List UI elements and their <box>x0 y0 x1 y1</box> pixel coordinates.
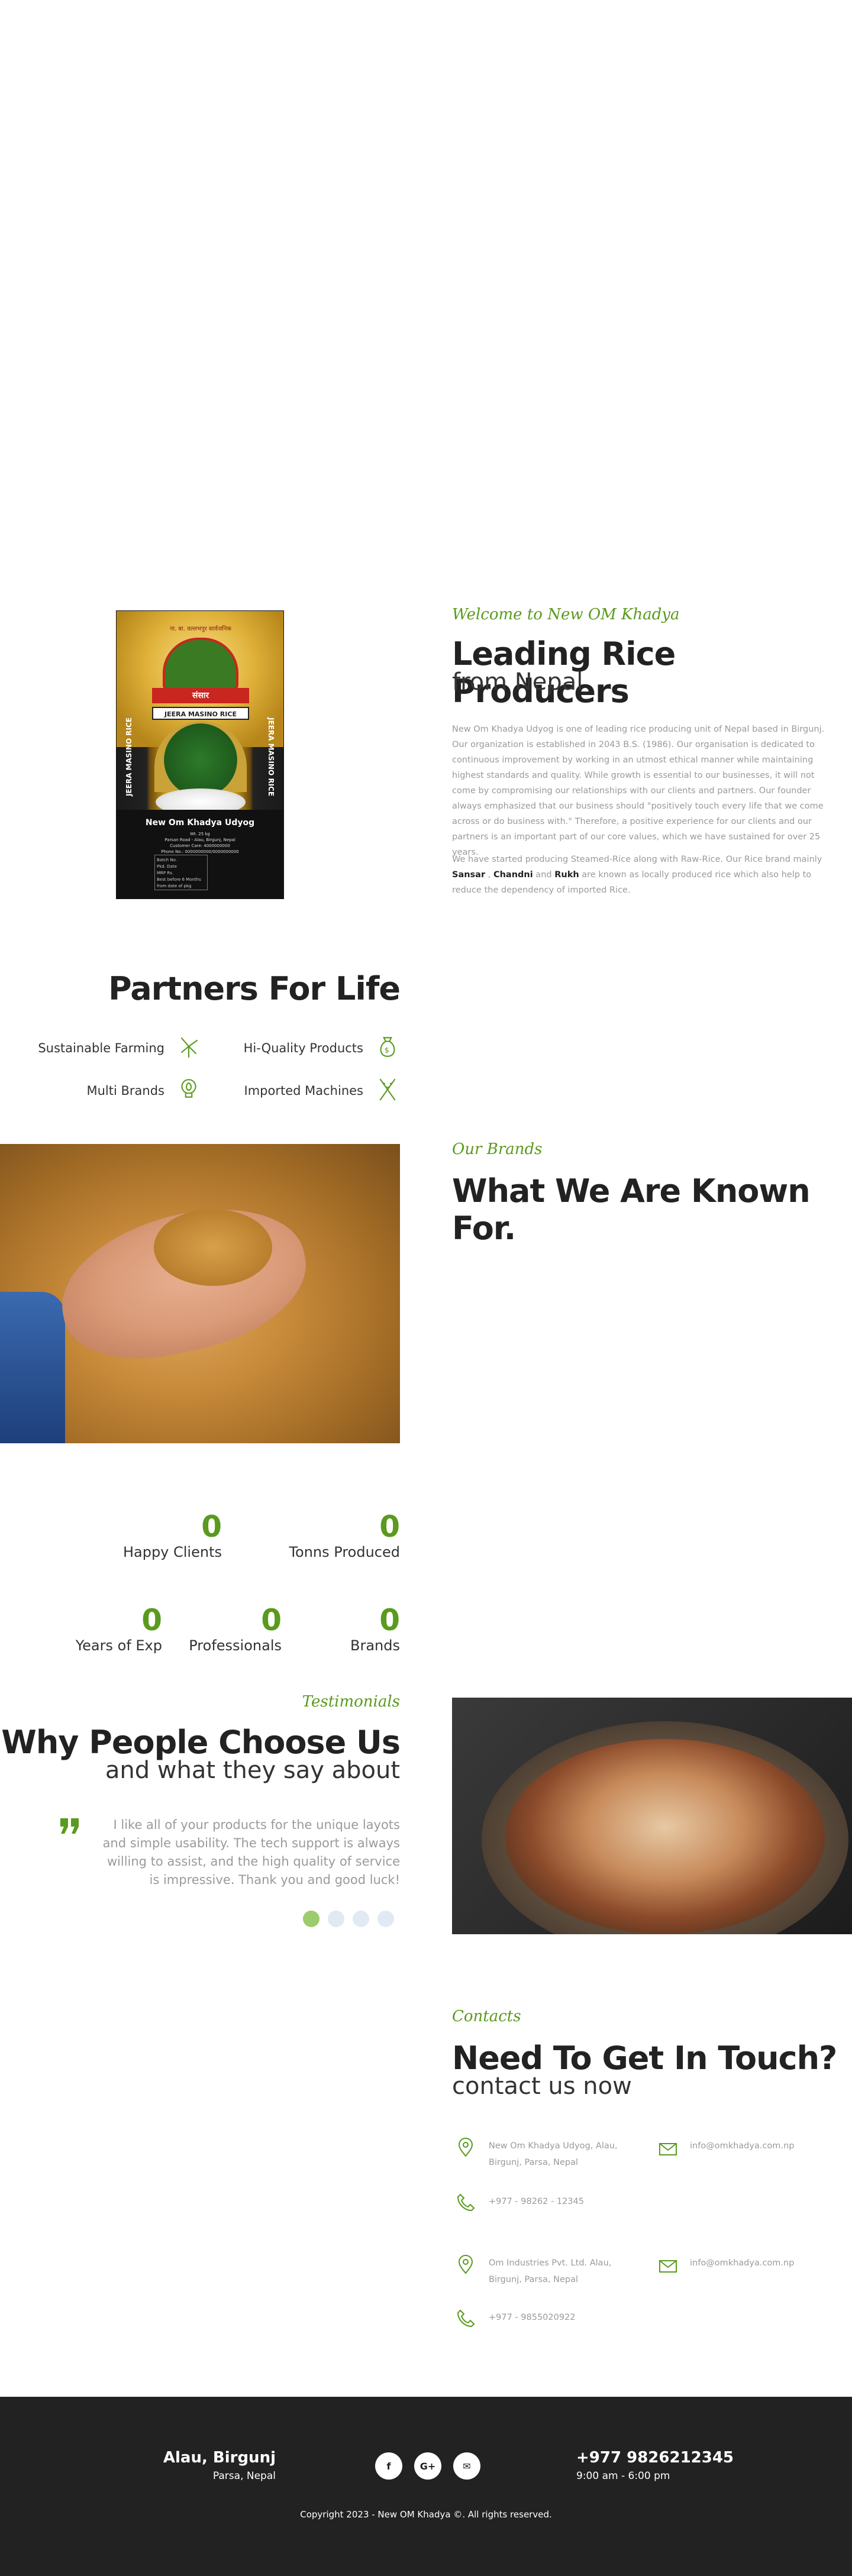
wheat-icon <box>375 1077 400 1104</box>
feature-label: Multi Brands <box>86 1083 165 1098</box>
counter-value: 0 <box>261 1603 282 1637</box>
photo-sleeve <box>0 1292 65 1443</box>
location-pin-icon <box>456 2138 476 2161</box>
counter-professionals: 0 Professionals <box>178 1603 282 1654</box>
about-p2-and: and <box>532 870 555 880</box>
counter-years-of-exp: 0 Years of Exp <box>65 1603 162 1654</box>
google-plus-icon[interactable]: G+ <box>414 2452 441 2480</box>
slide-dot-4[interactable] <box>377 1911 394 1927</box>
footer-city: Alau, Birgunj <box>163 2449 276 2467</box>
about-paragraph-1: New Om Khadya Udyog is one of leading ri… <box>452 725 825 857</box>
counter-label: Brands <box>350 1637 400 1654</box>
counter-value: 0 <box>379 1603 400 1637</box>
bag-brand: New Om Khadya Udyog <box>145 818 255 828</box>
mail-icon <box>658 2256 678 2279</box>
counter-tonns-produced: 0 Tonns Produced <box>278 1510 400 1560</box>
facebook-icon[interactable]: f <box>375 2452 402 2480</box>
footer-copyright: Copyright 2023 - New OM Khadya ©. All ri… <box>300 2509 552 2520</box>
feature-multi-brands: Multi Brands <box>0 1077 201 1104</box>
footer-hours: 9:00 am - 6:00 pm <box>576 2470 670 2482</box>
office1-phone[interactable]: +977 - 98262 - 12345 <box>489 2193 584 2210</box>
contact-subtitle: contact us now <box>452 2073 632 2100</box>
photo-grains <box>154 1209 272 1286</box>
quote-icon <box>59 1817 80 1838</box>
about-p2-sep: , <box>485 870 493 880</box>
office2-phone[interactable]: +977 - 9855020922 <box>489 2309 576 2326</box>
brand-chandni: Chandni <box>493 870 533 880</box>
about-subtitle: from Nepal <box>452 668 583 696</box>
mail-icon <box>658 2139 678 2162</box>
feature-hi-quality-products: Hi-Quality Products $ <box>201 1034 400 1062</box>
photo-wild-rice <box>505 1739 825 1934</box>
svg-text:$: $ <box>385 1046 389 1055</box>
brand-rukh: Rukh <box>554 870 579 880</box>
windmill-icon <box>176 1034 201 1062</box>
testimonial-quote: I like all of your products for the uniq… <box>102 1818 400 1887</box>
testimonials-title: Why People Choose Us <box>1 1724 401 1761</box>
bag-small-print: Wt. 25 kg Parsan Road - Alau, Birgunj, N… <box>140 831 260 855</box>
testimonial-pager <box>303 1911 394 1927</box>
contact-title: Need To Get In Touch? <box>452 2040 837 2077</box>
bag-infobox: Batch No. Pkd. Date MRP Rs. Best before … <box>154 855 208 890</box>
counter-value: 0 <box>201 1510 222 1544</box>
rice-bowl-photo <box>452 1698 852 1934</box>
bag-side-left: JEERA MASINO RICE <box>125 717 133 797</box>
counter-value: 0 <box>379 1510 400 1544</box>
feature-label: Hi-Quality Products <box>243 1040 363 1055</box>
counter-brands: 0 Brands <box>314 1603 400 1654</box>
footer-phone[interactable]: +977 9826212345 <box>576 2449 734 2467</box>
office2-address: Om Industries Pvt. Ltd. Alau, Birgunj, P… <box>489 2258 612 2284</box>
brands-title: What We Are Known For. <box>452 1172 811 1247</box>
bag-info-best: Best before 6 Months from date of pkg <box>157 877 201 888</box>
location-pin-icon <box>456 2255 476 2278</box>
counter-label: Professionals <box>189 1637 282 1654</box>
rice-grain-hand-photo <box>0 1144 400 1443</box>
slide-dot-2[interactable] <box>328 1911 344 1927</box>
testimonials-eyebrow: Testimonials <box>302 1693 400 1711</box>
feature-label: Sustainable Farming <box>38 1040 164 1055</box>
counter-label: Years of Exp <box>75 1637 162 1654</box>
slide-dot-1[interactable] <box>303 1911 320 1927</box>
bag-top-text: ना. बा. वल्लभपुर सार्वजनिक <box>169 626 232 632</box>
about-p2-text-a: We have started producing Steamed-Rice a… <box>452 855 822 864</box>
bag-weight: Wt. 25 kg <box>190 832 210 836</box>
bag-banner: संसार <box>152 688 249 703</box>
bag-info-batch: Batch No. <box>157 858 177 862</box>
footer: Alau, Birgunj Parsa, Nepal f G+ ✉ +977 9… <box>0 2397 852 2576</box>
about-paragraph-2: We have started producing Steamed-Rice a… <box>452 852 831 898</box>
footer-social: f G+ ✉ <box>375 2452 480 2480</box>
bag-label: JEERA MASINO RICE <box>152 707 249 720</box>
bag-customer-care: Customer Care: 4000000000 <box>170 843 230 848</box>
phone-icon <box>456 2192 476 2215</box>
counter-value: 0 <box>141 1603 162 1637</box>
product-image-rice-bag: संसार JEERA MASINO RICE New Om Khadya Ud… <box>116 610 284 899</box>
brand-sansar: Sansar <box>452 870 486 880</box>
office1-address: New Om Khadya Udyog, Alau, Birgunj, Pars… <box>489 2141 618 2167</box>
bag-address: Parsan Road - Alau, Birgunj, Nepal <box>164 838 235 842</box>
footer-district: Parsa, Nepal <box>212 2470 276 2482</box>
contact-eyebrow: Contacts <box>452 2008 521 2025</box>
money-bag-icon: $ <box>375 1034 400 1062</box>
counter-happy-clients: 0 Happy Clients <box>118 1510 222 1560</box>
bag-side-right: JEERA MASINO RICE <box>267 717 275 797</box>
email-icon[interactable]: ✉ <box>453 2452 480 2480</box>
leaf-bulb-icon <box>176 1077 201 1104</box>
slide-dot-3[interactable] <box>353 1911 369 1927</box>
bag-info-date: Pkd. Date <box>157 864 177 869</box>
counter-label: Happy Clients <box>122 1544 222 1560</box>
feature-label: Imported Machines <box>244 1083 363 1098</box>
testimonials-subtitle: and what they say about <box>105 1757 400 1784</box>
counter-label: Tonns Produced <box>289 1544 400 1560</box>
about-eyebrow: Welcome to New OM Khadya <box>452 606 680 623</box>
phone-icon <box>456 2308 476 2331</box>
bag-info-mrp: MRP Rs. <box>157 871 174 875</box>
partners-title: Partners For Life <box>108 970 401 1007</box>
bag-phone: Phone No.: 0000000000/0000000000 <box>161 849 239 854</box>
office2-email[interactable]: info@omkhadya.com.np <box>690 2255 794 2271</box>
brands-eyebrow: Our Brands <box>452 1140 543 1158</box>
feature-sustainable-farming: Sustainable Farming <box>0 1034 201 1062</box>
feature-imported-machines: Imported Machines <box>201 1077 400 1104</box>
office1-email[interactable]: info@omkhadya.com.np <box>690 2138 794 2154</box>
